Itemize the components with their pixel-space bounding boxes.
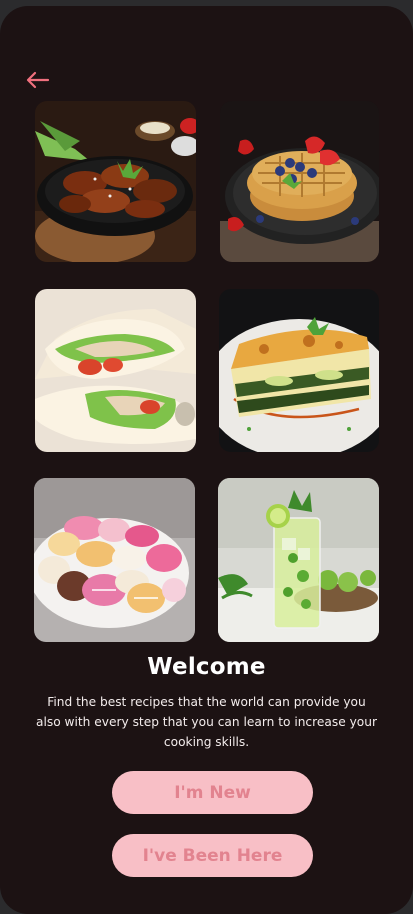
macarons-photo	[34, 478, 195, 642]
recipe-image-lasagna[interactable]	[219, 289, 379, 452]
new-user-button[interactable]: I'm New	[112, 771, 313, 814]
arrow-left-icon	[26, 71, 50, 89]
mojito-photo	[218, 478, 379, 642]
recipe-image-macarons[interactable]	[34, 478, 195, 642]
back-button[interactable]	[22, 64, 54, 96]
returning-user-button[interactable]: I've Been Here	[112, 834, 313, 877]
waffles-photo	[220, 101, 379, 262]
chicken-wings-photo	[35, 101, 196, 262]
lasagna-photo	[219, 289, 379, 452]
welcome-title: Welcome	[147, 654, 266, 680]
recipe-image-waffles[interactable]	[220, 101, 379, 262]
app-screen: Welcome Find the best recipes that the w…	[0, 6, 413, 914]
wraps-photo	[35, 289, 196, 452]
recipe-image-chicken-wings[interactable]	[35, 101, 196, 262]
recipe-image-mojito[interactable]	[218, 478, 379, 642]
welcome-description: Find the best recipes that the world can…	[36, 695, 377, 749]
recipe-image-wraps[interactable]	[35, 289, 196, 452]
